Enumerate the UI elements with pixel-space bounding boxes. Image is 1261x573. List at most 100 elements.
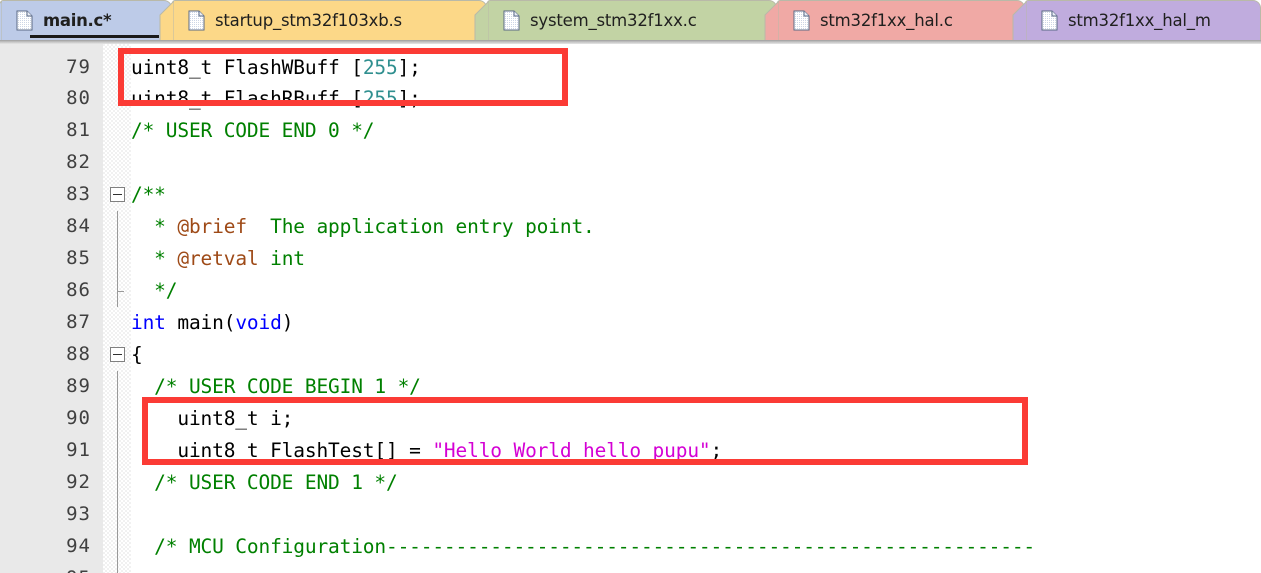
line-number: 87 (66, 311, 91, 333)
code-line[interactable]: 91 uint8_t FlashTest[] = "Hello World he… (0, 435, 1261, 467)
code-token-str: "Hello World hello pupu" (432, 439, 711, 462)
tab-slant-edge (473, 1, 489, 40)
code-token-plain: { (131, 343, 143, 366)
line-number: 91 (66, 439, 91, 461)
line-number: 85 (66, 247, 91, 269)
line-number: 92 (66, 471, 91, 493)
code-line[interactable]: 80 uint8_t FlashRBuff [255]; (0, 83, 1261, 115)
line-number: 84 (66, 215, 91, 237)
code-line[interactable]: 89 /* USER CODE BEGIN 1 */ (0, 371, 1261, 403)
code-token-plain: uint8_t FlashTest[] = (131, 439, 433, 462)
code-line-text[interactable]: uint8_t i; (131, 406, 293, 432)
tab-label: startup_stm32f103xb.s (215, 11, 402, 30)
code-line[interactable]: 84 * @brief The application entry point. (0, 211, 1261, 243)
line-number: 90 (66, 407, 91, 429)
code-line[interactable]: 79 uint8_t FlashWBuff [255]; (0, 52, 1261, 84)
code-line-text[interactable]: /* USER CODE BEGIN 1 */ (131, 374, 421, 400)
c-source-file-icon (793, 10, 810, 31)
code-line-text[interactable]: /* USER CODE END 0 */ (131, 118, 375, 144)
c-source-file-icon (1041, 10, 1058, 31)
code-line-text[interactable]: * @brief The application entry point. (131, 214, 595, 240)
code-line-text[interactable]: { (131, 342, 143, 368)
code-line-text[interactable]: /* MCU Configuration--------------------… (131, 534, 1035, 560)
code-token-cmt: * (131, 247, 178, 270)
code-token-cmt: /* USER CODE END 0 */ (131, 119, 375, 142)
code-token-kw: int (131, 311, 166, 334)
code-token-cmt: int (258, 247, 305, 270)
code-line[interactable]: 88 { (0, 339, 1261, 371)
fold-collapse-toggle[interactable] (110, 187, 125, 202)
editor-tab-1[interactable]: startup_stm32f103xb.s (159, 0, 487, 40)
code-line-text[interactable]: * @retval int (131, 246, 305, 272)
code-token-num: 255 (362, 87, 398, 110)
editor-tab-0[interactable]: main.c* (0, 0, 172, 40)
fold-range-line (117, 243, 118, 275)
code-line-text[interactable]: int main(void) (131, 310, 293, 336)
code-line[interactable]: 86 */ (0, 275, 1261, 307)
code-editor[interactable]: 79 uint8_t FlashWBuff [255]; 80 uint8_t Fla… (0, 40, 1261, 573)
line-number: 81 (66, 119, 91, 141)
editor-tab-4[interactable]: stm32f1xx_hal_m (1012, 0, 1261, 40)
code-line[interactable]: 94 /* MCU Configuration-----------------… (0, 531, 1261, 563)
code-line[interactable]: 85 * @retval int (0, 243, 1261, 275)
code-line[interactable]: 87 int main(void) (0, 307, 1261, 339)
code-token-cmt: /** (131, 183, 166, 206)
code-token-plain: ; (710, 439, 723, 462)
code-token-plain: uint8_t i; (131, 407, 294, 430)
code-token-doctag: @retval (177, 247, 259, 270)
tab-label: system_stm32f1xx.c (530, 11, 697, 30)
editor-tab-3[interactable]: stm32f1xx_hal.c (764, 0, 1025, 40)
editor-tab-2[interactable]: system_stm32f1xx.c (474, 0, 777, 40)
line-number: 94 (66, 535, 91, 557)
code-token-plain: main( (165, 311, 236, 334)
code-line-text[interactable]: /* USER CODE END 1 */ (131, 470, 398, 496)
code-line[interactable]: 90 uint8_t i; (0, 403, 1261, 435)
code-token-cmt: /* USER CODE BEGIN 1 */ (131, 375, 421, 398)
code-line-text[interactable]: uint8_t FlashRBuff [255]; (131, 86, 421, 112)
c-source-file-icon (16, 10, 33, 31)
tab-slant-edge (1011, 1, 1027, 40)
line-number: 88 (66, 343, 91, 365)
code-line[interactable]: 83 /** (0, 179, 1261, 211)
code-line[interactable]: 92 /* USER CODE END 1 */ (0, 467, 1261, 499)
fold-range-line (117, 435, 118, 467)
line-number: 89 (66, 375, 91, 397)
code-token-doctag: @brief (177, 215, 247, 238)
line-number: 95 (0, 567, 91, 573)
code-token-cmt: */ (131, 279, 178, 302)
code-token-cmt: The application entry point. (246, 215, 595, 238)
code-token-cmt: /* USER CODE END 1 */ (131, 471, 398, 494)
tab-slant-edge (763, 1, 779, 40)
code-line[interactable]: 82 (0, 147, 1261, 179)
code-line-text[interactable]: */ (131, 278, 177, 304)
line-number: 79 (66, 56, 91, 78)
tab-slant-edge (158, 1, 174, 40)
code-token-cmt: * (131, 215, 178, 238)
line-number: 93 (66, 503, 91, 525)
line-number: 86 (66, 279, 91, 301)
code-token-plain: ]; (397, 56, 421, 79)
line-number: 80 (66, 87, 91, 109)
code-line-text[interactable]: uint8_t FlashWBuff [255]; (131, 55, 421, 81)
fold-range-end-tick (117, 291, 124, 292)
code-line[interactable]: 95 (0, 563, 1261, 573)
fold-range-line (117, 563, 118, 573)
code-token-plain: ]; (397, 87, 421, 110)
fold-range-line (117, 499, 118, 531)
code-line-text[interactable]: /** (131, 182, 166, 208)
code-line[interactable]: 81 /* USER CODE END 0 */ (0, 115, 1261, 147)
tab-slant-edge (0, 1, 2, 40)
code-line-text[interactable]: uint8_t FlashTest[] = "Hello World hello… (131, 438, 722, 464)
tab-label: stm32f1xx_hal_m (1068, 11, 1211, 30)
active-tab-underline (30, 35, 159, 38)
fold-collapse-toggle[interactable] (110, 347, 125, 362)
code-token-plain: uint8_t FlashRBuff [ (131, 87, 363, 110)
fold-range-line (117, 211, 118, 243)
line-number: 82 (66, 151, 91, 173)
tab-label: main.c* (43, 11, 112, 30)
asm-source-file-icon (188, 10, 205, 31)
code-token-num: 255 (362, 56, 398, 79)
code-token-kw: void (235, 311, 282, 334)
code-line[interactable]: 93 (0, 499, 1261, 531)
code-token-plain: uint8_t FlashWBuff [ (131, 56, 363, 79)
